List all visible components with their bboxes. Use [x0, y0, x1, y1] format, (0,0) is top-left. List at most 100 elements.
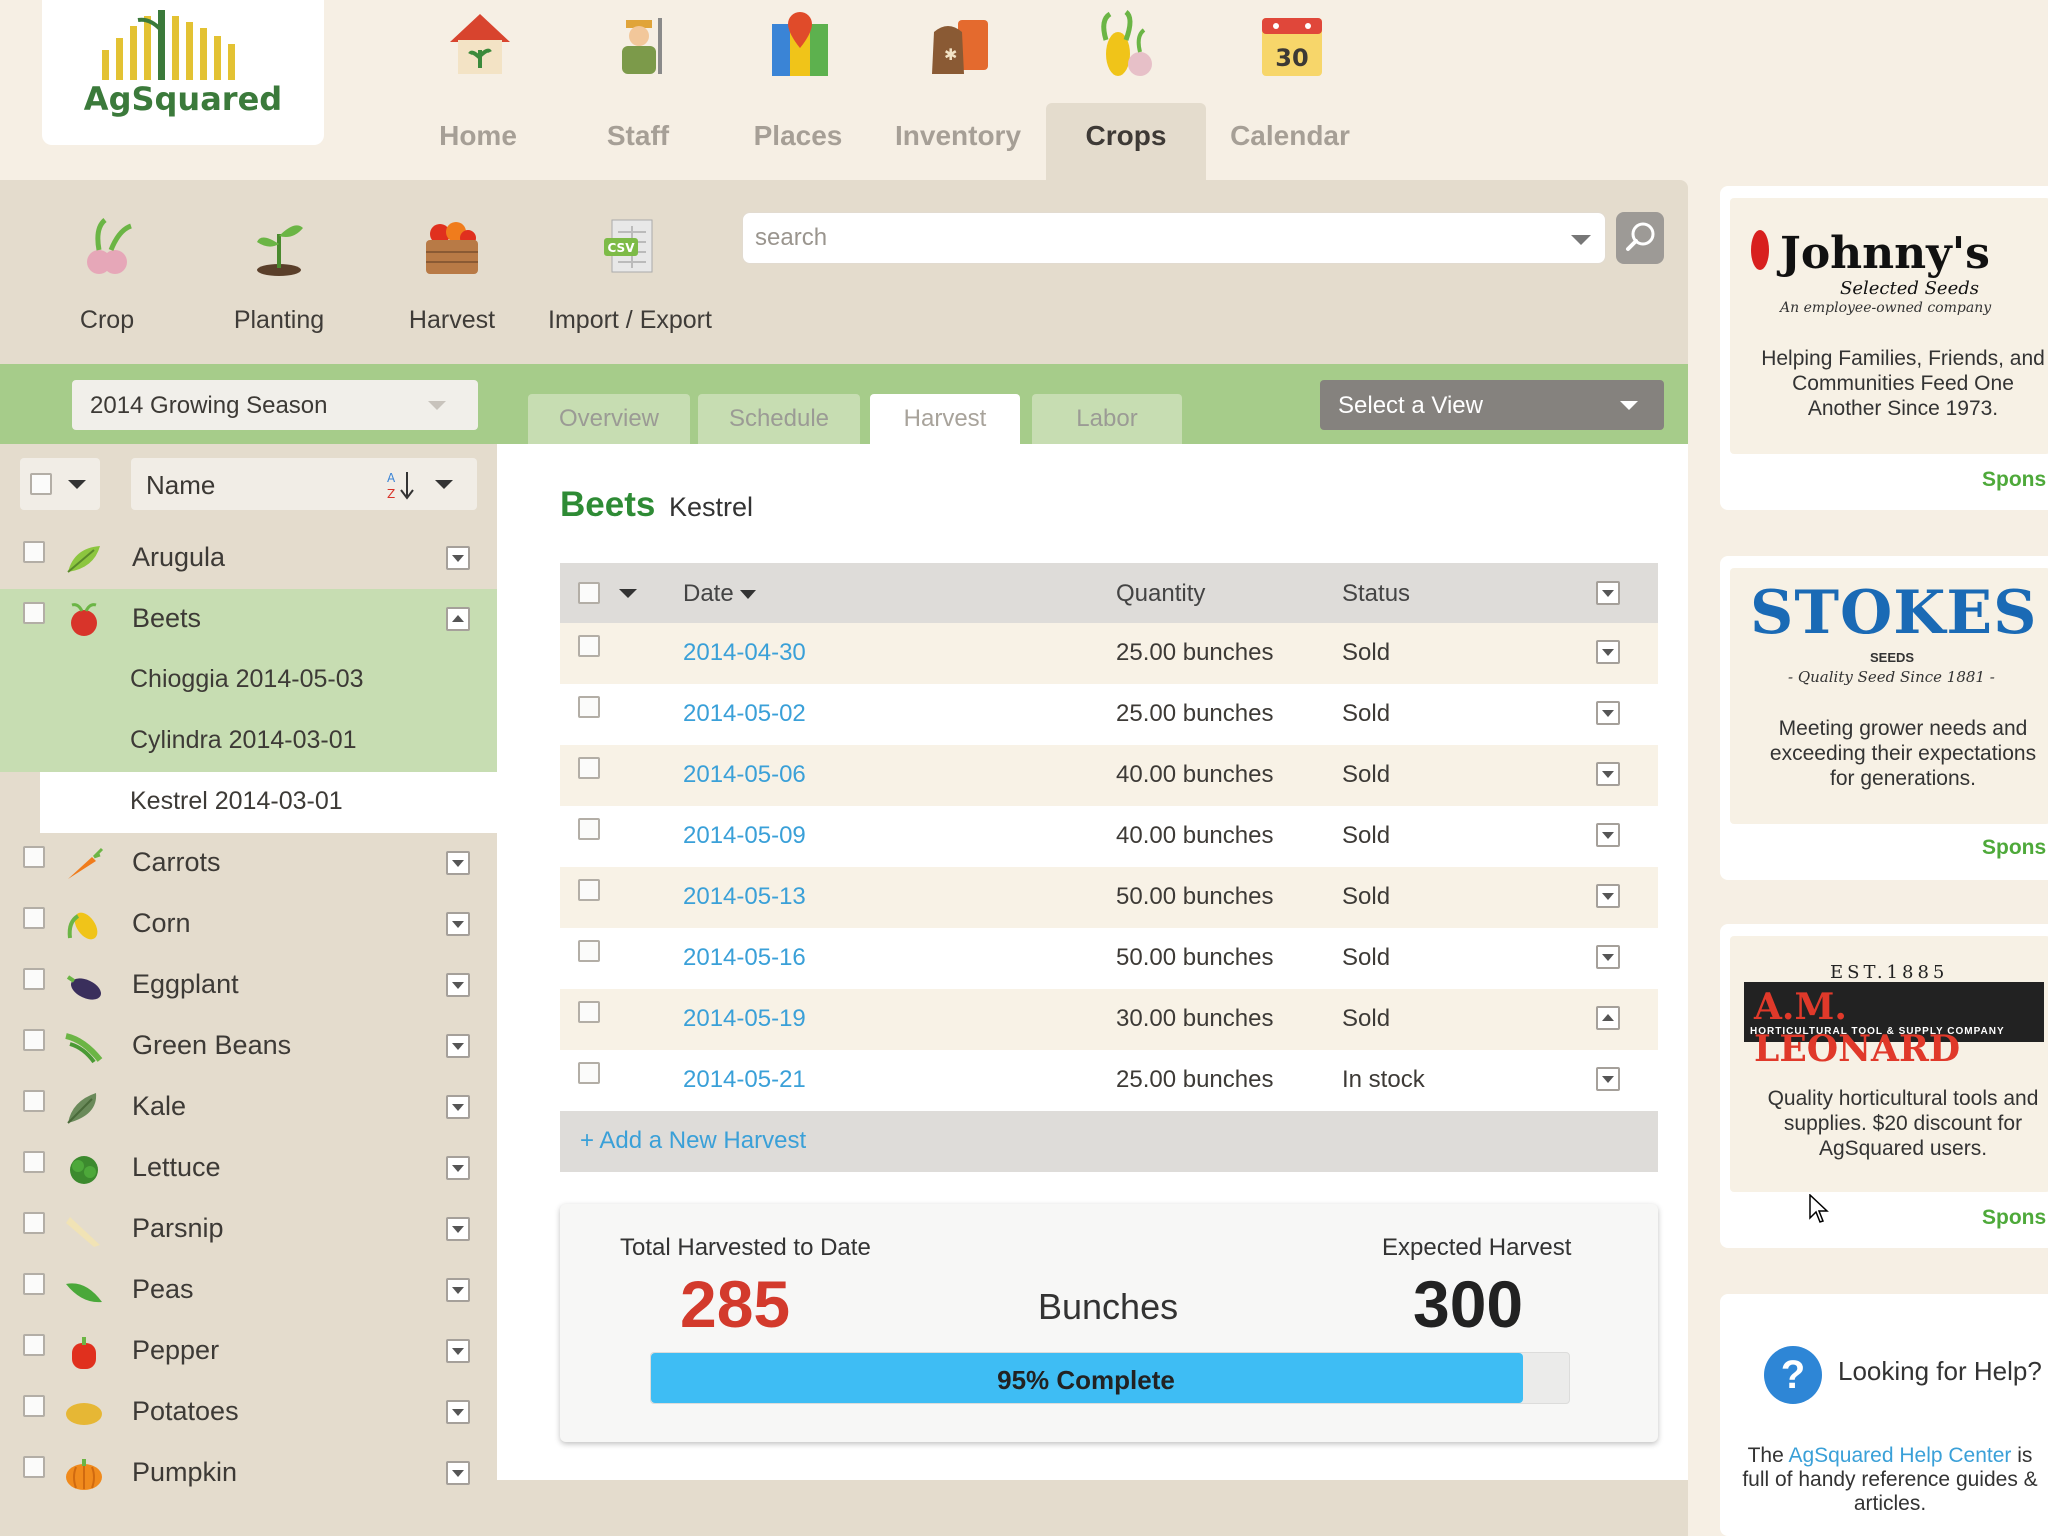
crop-checkbox[interactable]	[23, 1212, 45, 1234]
harvest-date-link[interactable]: 2014-05-13	[683, 883, 806, 911]
sort-control[interactable]: Name A Z	[131, 458, 477, 510]
row-menu-button[interactable]	[1596, 945, 1620, 969]
row-checkbox[interactable]	[578, 1001, 600, 1023]
ad-am-leonard[interactable]: EST.1885 A.M. LEONARD HORTICULTURAL TOOL…	[1720, 924, 2048, 1248]
add-harvest-link[interactable]: + Add a New Harvest	[580, 1127, 806, 1155]
sort-az-icon[interactable]: A Z	[385, 468, 419, 502]
row-menu-button[interactable]	[1596, 640, 1620, 664]
harvest-date-link[interactable]: 2014-04-30	[683, 639, 806, 667]
select-all-harvests-checkbox[interactable]	[578, 582, 600, 604]
new-planting-button[interactable]: Planting	[218, 208, 340, 348]
crop-item-pumpkin[interactable]: Pumpkin	[0, 1443, 497, 1504]
harvest-date-link[interactable]: 2014-05-02	[683, 700, 806, 728]
crop-item-peas[interactable]: Peas	[0, 1260, 497, 1321]
agsquared-logo[interactable]: AgSquared	[42, 0, 324, 145]
crop-checkbox[interactable]	[23, 1395, 45, 1417]
crop-menu-button[interactable]	[446, 1217, 470, 1241]
crop-checkbox[interactable]	[23, 1029, 45, 1051]
nav-calendar[interactable]: 30 Calendar	[1210, 0, 1370, 180]
row-menu-button[interactable]	[1596, 884, 1620, 908]
new-harvest-button[interactable]: Harvest	[396, 208, 508, 348]
columns-menu-button[interactable]	[1596, 581, 1620, 605]
crop-item-corn[interactable]: Corn	[0, 894, 497, 955]
crop-menu-button[interactable]	[446, 1095, 470, 1119]
row-checkbox[interactable]	[578, 635, 600, 657]
tab-harvest[interactable]: Harvest	[870, 394, 1020, 444]
crop-item-eggplant[interactable]: Eggplant	[0, 955, 497, 1016]
crop-item-kale[interactable]: Kale	[0, 1077, 497, 1138]
crop-item-green-beans[interactable]: Green Beans	[0, 1016, 497, 1077]
chevron-down-icon[interactable]	[68, 480, 86, 489]
crop-menu-button[interactable]	[446, 546, 470, 570]
search-dropdown-icon[interactable]	[1571, 235, 1591, 245]
crop-checkbox[interactable]	[23, 1151, 45, 1173]
harvest-date-link[interactable]: 2014-05-09	[683, 822, 806, 850]
tab-overview[interactable]: Overview	[528, 394, 690, 444]
crop-item-potatoes[interactable]: Potatoes	[0, 1382, 497, 1443]
crop-menu-button[interactable]	[446, 1034, 470, 1058]
season-select[interactable]: 2014 Growing Season	[72, 380, 478, 430]
row-menu-button-open[interactable]	[1596, 1006, 1620, 1030]
crop-checkbox[interactable]	[23, 1456, 45, 1478]
crop-collapse-button[interactable]	[446, 607, 470, 631]
crop-item-arugula[interactable]: Arugula	[0, 528, 497, 589]
tab-labor[interactable]: Labor	[1032, 394, 1182, 444]
harvest-date-link[interactable]: 2014-05-19	[683, 1005, 806, 1033]
row-checkbox[interactable]	[578, 940, 600, 962]
row-menu-button[interactable]	[1596, 762, 1620, 786]
crop-checkbox[interactable]	[23, 968, 45, 990]
crop-menu-button[interactable]	[446, 912, 470, 936]
planting-item[interactable]: Cylindra 2014-03-01	[0, 711, 497, 772]
row-menu-button[interactable]	[1596, 1067, 1620, 1091]
harvest-date-link[interactable]: 2014-05-06	[683, 761, 806, 789]
crop-menu-button[interactable]	[446, 1156, 470, 1180]
crop-checkbox[interactable]	[23, 846, 45, 868]
planting-item-active[interactable]: Kestrel 2014-03-01	[40, 772, 497, 833]
nav-inventory[interactable]: ✱ Inventory	[878, 0, 1038, 180]
planting-item[interactable]: Chioggia 2014-05-03	[0, 650, 497, 711]
crop-item-parsnip[interactable]: Parsnip	[0, 1199, 497, 1260]
row-menu-button[interactable]	[1596, 701, 1620, 725]
chevron-down-icon[interactable]	[619, 589, 637, 598]
ad-johnnys[interactable]: Johnny's Selected Seeds An employee-owne…	[1720, 186, 2048, 510]
row-checkbox[interactable]	[578, 757, 600, 779]
view-select[interactable]: Select a View	[1320, 380, 1664, 430]
crop-checkbox[interactable]	[23, 602, 45, 624]
crop-menu-button[interactable]	[446, 1339, 470, 1363]
row-checkbox[interactable]	[578, 696, 600, 718]
crop-checkbox[interactable]	[23, 1273, 45, 1295]
crop-menu-button[interactable]	[446, 973, 470, 997]
row-checkbox[interactable]	[578, 1062, 600, 1084]
crop-checkbox[interactable]	[23, 1090, 45, 1112]
select-all-checkbox[interactable]	[30, 473, 52, 495]
nav-staff[interactable]: Staff	[558, 0, 718, 180]
search-input[interactable]	[755, 221, 1535, 255]
crop-item-beets[interactable]: Beets	[0, 589, 497, 650]
nav-home[interactable]: Home	[398, 0, 558, 180]
select-all-control[interactable]	[20, 458, 100, 510]
crop-checkbox[interactable]	[23, 907, 45, 929]
crop-checkbox[interactable]	[23, 1334, 45, 1356]
harvest-date-link[interactable]: 2014-05-16	[683, 944, 806, 972]
col-date[interactable]: Date	[683, 580, 734, 608]
row-checkbox[interactable]	[578, 879, 600, 901]
crop-item-carrots[interactable]: Carrots	[0, 833, 497, 894]
sort-desc-icon[interactable]	[740, 590, 756, 599]
crop-menu-button[interactable]	[446, 851, 470, 875]
search-button[interactable]	[1616, 212, 1664, 264]
ad-stokes[interactable]: STOKES SEEDS - Quality Seed Since 1881 -…	[1720, 556, 2048, 880]
crop-menu-button[interactable]	[446, 1278, 470, 1302]
chevron-down-icon[interactable]	[435, 480, 453, 489]
tab-schedule[interactable]: Schedule	[698, 394, 860, 444]
harvest-date-link[interactable]: 2014-05-21	[683, 1066, 806, 1094]
crop-item-lettuce[interactable]: Lettuce	[0, 1138, 497, 1199]
row-menu-button[interactable]	[1596, 823, 1620, 847]
crop-menu-button[interactable]	[446, 1400, 470, 1424]
row-checkbox[interactable]	[578, 818, 600, 840]
new-crop-button[interactable]: Crop	[52, 208, 162, 348]
crop-item-pepper[interactable]: Pepper	[0, 1321, 497, 1382]
import-export-button[interactable]: CSV Import / Export	[536, 208, 724, 348]
nav-places[interactable]: Places	[718, 0, 878, 180]
crop-menu-button[interactable]	[446, 1461, 470, 1485]
crop-checkbox[interactable]	[23, 541, 45, 563]
